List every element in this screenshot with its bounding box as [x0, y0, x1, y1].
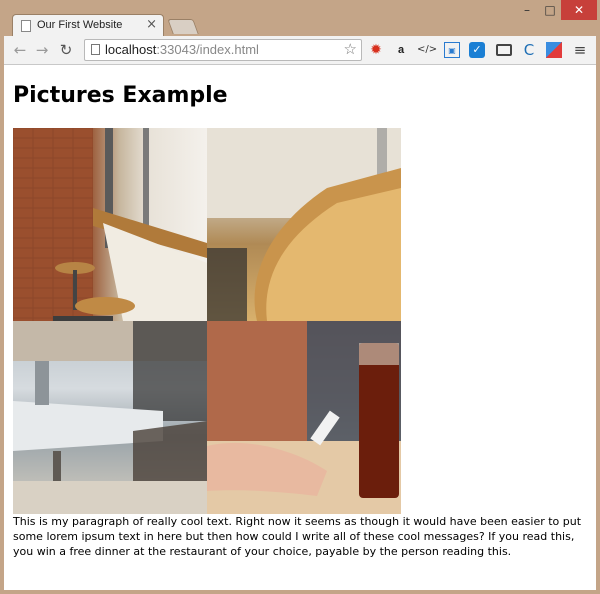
- picture-hand-phone-drink: [207, 321, 401, 514]
- page-favicon-icon: [21, 20, 31, 32]
- extension-square-icon[interactable]: [546, 42, 562, 58]
- pictures-grid: [13, 128, 401, 514]
- c-logo-icon[interactable]: C: [521, 42, 537, 58]
- url-host: localhost: [105, 42, 157, 57]
- browser-tab[interactable]: Our First Website ×: [12, 14, 164, 37]
- paragraph-text: This is my paragraph of really cool text…: [13, 515, 582, 558]
- tab-title: Our First Website: [37, 19, 123, 31]
- new-tab-button[interactable]: [167, 19, 199, 34]
- extension-red-icon[interactable]: ✹: [368, 42, 384, 58]
- picture-cafe-table: [13, 321, 207, 514]
- check-icon[interactable]: ✓: [469, 42, 485, 58]
- title-bar: Our First Website × – □ ✕: [0, 0, 600, 37]
- address-bar[interactable]: localhost:33043/index.html ☆: [84, 39, 362, 61]
- picture-restaurant-stools: [13, 128, 207, 321]
- browser-window: Our First Website × – □ ✕ ← → ↻ localhos…: [0, 0, 600, 594]
- url-text[interactable]: localhost:33043/index.html: [105, 42, 259, 57]
- close-window-button[interactable]: ✕: [561, 0, 597, 20]
- picture-wooden-counter: [207, 128, 401, 321]
- cast-icon[interactable]: [496, 44, 512, 56]
- page-icon: [91, 44, 100, 55]
- amazon-icon[interactable]: a: [393, 42, 409, 58]
- window-icon[interactable]: ▣: [444, 42, 460, 58]
- reload-icon[interactable]: ↻: [56, 40, 76, 60]
- page-title: Pictures Example: [13, 83, 228, 108]
- page-viewport: Pictures Example This is my paragraph of…: [4, 65, 596, 590]
- url-path: :33043/index.html: [156, 42, 259, 57]
- minimize-button[interactable]: –: [514, 0, 540, 20]
- browser-toolbar: ← → ↻ localhost:33043/index.html ☆ ✹ a <…: [4, 36, 596, 65]
- menu-icon[interactable]: ≡: [572, 42, 588, 58]
- star-icon[interactable]: ☆: [344, 40, 357, 58]
- code-icon[interactable]: </>: [417, 42, 437, 58]
- maximize-button[interactable]: □: [540, 0, 560, 20]
- back-icon[interactable]: ←: [10, 40, 30, 60]
- forward-icon[interactable]: →: [32, 40, 52, 60]
- tab-close-icon[interactable]: ×: [146, 17, 157, 32]
